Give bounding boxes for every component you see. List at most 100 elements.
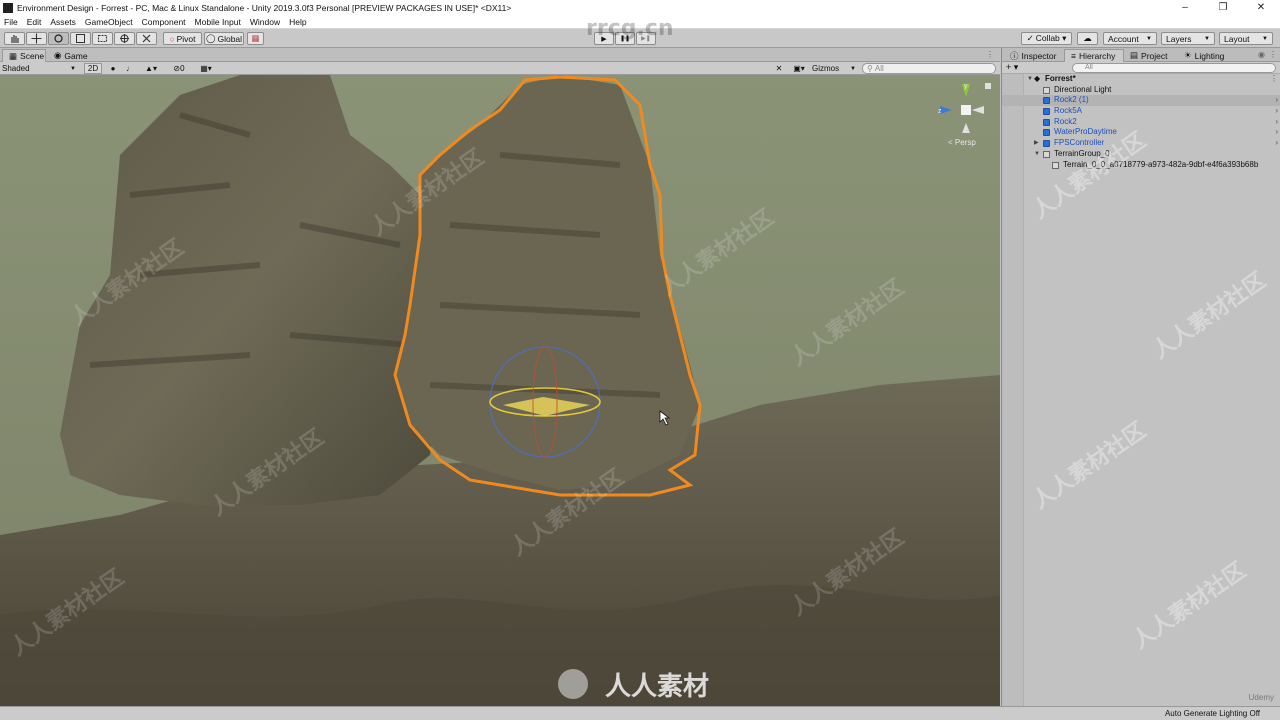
prefab-icon xyxy=(1043,108,1050,116)
watermark-logo-text: 人人素材 xyxy=(605,671,709,701)
watermark-text: 人人素材社区 xyxy=(1147,267,1271,364)
hierarchy-icon: ≡ xyxy=(1071,51,1076,61)
hierarchy-item-waterprodaytime[interactable]: WaterProDaytime › xyxy=(1002,127,1280,138)
hierarchy-item-rock2[interactable]: Rock2 › xyxy=(1002,117,1280,128)
tab-game[interactable]: ◉ Game xyxy=(48,49,92,62)
dropdown-arrow-icon: ▼ xyxy=(850,65,856,72)
camera-dropdown[interactable]: ▣▾ xyxy=(790,63,808,74)
rotate-tool-button[interactable] xyxy=(48,32,69,45)
status-text: Auto Generate Lighting Off xyxy=(1164,709,1260,718)
minimize-button[interactable]: – xyxy=(1166,0,1204,15)
hand-icon xyxy=(11,35,19,43)
watermark-text: 人人素材社区 xyxy=(1127,557,1251,654)
expand-arrow-icon[interactable]: ▶ xyxy=(1034,138,1039,149)
scale-tool-button[interactable] xyxy=(70,32,91,45)
game-tab-icon: ◉ xyxy=(54,50,62,60)
gizmo-y-label: y xyxy=(964,83,968,90)
menu-file[interactable]: File xyxy=(4,17,18,27)
chevron-right-icon[interactable]: › xyxy=(1275,95,1278,106)
global-toggle[interactable]: ◯ Global xyxy=(204,32,244,45)
scene-tabs: ▦ Scene ◉ Game ⋮ xyxy=(0,48,1000,62)
gameobject-icon xyxy=(1043,86,1050,94)
snap-icon: ▦ xyxy=(251,33,260,43)
hierarchy-item-rock2-1[interactable]: Rock2 (1) › xyxy=(1002,95,1280,107)
prefab-icon xyxy=(1043,97,1050,105)
tab-hierarchy[interactable]: ≡ Hierarchy xyxy=(1064,49,1124,62)
hierarchy-search-input[interactable]: All xyxy=(1072,63,1276,73)
right-panel: ⓘ Inspector ≡ Hierarchy ▤ Project ☀ Lighting… xyxy=(1001,48,1280,706)
collab-dropdown[interactable]: ✓ Collab ▾ xyxy=(1021,32,1072,45)
chevron-right-icon[interactable]: › xyxy=(1275,117,1278,128)
move-icon xyxy=(31,33,42,44)
dropdown-arrow-icon: ▼ xyxy=(70,65,76,72)
chevron-right-icon[interactable]: › xyxy=(1275,127,1278,138)
scene-search-input[interactable]: ⚲ All xyxy=(862,63,996,74)
chevron-right-icon[interactable]: › xyxy=(1275,106,1278,117)
gizmo-persp-label[interactable]: < Persp xyxy=(948,138,976,147)
close-button[interactable]: ✕ xyxy=(1242,0,1280,15)
menu-assets[interactable]: Assets xyxy=(50,17,76,27)
prefab-icon xyxy=(1043,140,1050,148)
scene-menu-icon[interactable]: ⋮ xyxy=(1270,74,1278,85)
gizmos-dropdown[interactable]: Gizmos ▼ xyxy=(812,63,856,74)
scene-audio-toggle[interactable]: ♩ xyxy=(123,63,137,74)
2d-toggle[interactable]: 2D xyxy=(84,63,102,74)
hierarchy-item-rock5a[interactable]: Rock5A › xyxy=(1002,106,1280,117)
rect-tool-button[interactable] xyxy=(92,32,113,45)
folder-icon: ▤ xyxy=(1130,50,1139,60)
lighting-icon: ☀ xyxy=(1184,50,1192,60)
hierarchy-item-terrain[interactable]: Terrain_0_0_a0718779-a973-482a-9dbf-e4f6… xyxy=(1002,160,1280,171)
hand-tool-button[interactable] xyxy=(4,32,25,45)
hierarchy-item-fpscontroller[interactable]: ▶ FPSController › xyxy=(1002,138,1280,149)
dropdown-arrow-icon: ▼ xyxy=(1262,35,1268,42)
menu-component[interactable]: Component xyxy=(142,17,186,27)
wrench-icon xyxy=(142,34,151,43)
tab-lighting[interactable]: ☀ Lighting xyxy=(1178,49,1232,62)
lock-icon[interactable]: ◉ xyxy=(1258,50,1265,59)
hierarchy-item-directional-light[interactable]: Directional Light xyxy=(1002,85,1280,96)
hierarchy-item-terraingroup[interactable]: ▼ TerrainGroup_0 xyxy=(1002,149,1280,160)
tab-inspector[interactable]: ⓘ Inspector xyxy=(1004,49,1062,62)
scene-viewport[interactable]: y z < Persp 人人素材 人人素材社区 人人素材社区 人人素材社区 人人… xyxy=(0,75,1000,706)
tab-project[interactable]: ▤ Project xyxy=(1124,49,1176,62)
panel-menu-icon[interactable]: ⋮ xyxy=(1269,50,1277,59)
shading-mode-dropdown[interactable]: Shaded ▼ xyxy=(2,63,78,74)
tools-button[interactable]: ✕ xyxy=(773,63,785,74)
cloud-icon: ☁ xyxy=(1083,33,1092,43)
scene-tab-menu-icon[interactable]: ⋮ xyxy=(986,50,994,59)
chevron-right-icon[interactable]: › xyxy=(1275,138,1278,149)
cloud-button[interactable]: ☁ xyxy=(1077,32,1098,45)
menu-mobile-input[interactable]: Mobile Input xyxy=(195,17,241,27)
grid-icon: ▦▾ xyxy=(200,64,212,73)
hierarchy-list: ▼ ◆ Forrest* ⋮ Directional Light Rock2 (… xyxy=(1002,74,1280,170)
gameobject-icon xyxy=(1052,161,1059,169)
tab-scene[interactable]: ▦ Scene xyxy=(2,49,46,62)
transform-tool-button[interactable] xyxy=(114,32,135,45)
move-tool-button[interactable] xyxy=(26,32,47,45)
maximize-button[interactable]: ❐ xyxy=(1204,0,1242,15)
status-bar: Auto Generate Lighting Off xyxy=(0,706,1280,720)
layout-dropdown[interactable]: Layout ▼ xyxy=(1219,32,1273,45)
grid-dropdown[interactable]: ▦▾ xyxy=(194,63,218,74)
hierarchy-item-forrest-scene[interactable]: ▼ ◆ Forrest* ⋮ xyxy=(1002,74,1280,85)
scene-lighting-toggle[interactable]: ● xyxy=(106,63,120,74)
pivot-toggle[interactable]: ○ Pivot xyxy=(163,32,202,45)
menu-window[interactable]: Window xyxy=(250,17,280,27)
menu-help[interactable]: Help xyxy=(289,17,306,27)
snap-settings-button[interactable]: ▦ xyxy=(247,32,264,45)
custom-tool-button[interactable] xyxy=(136,32,157,45)
hidden-objects-toggle[interactable]: ⊘ 0 xyxy=(168,63,190,74)
scene-effects-dropdown[interactable]: ▲▾ xyxy=(140,63,162,74)
rect-icon xyxy=(98,35,107,42)
menu-gameobject[interactable]: GameObject xyxy=(85,17,133,27)
menu-edit[interactable]: Edit xyxy=(27,17,42,27)
window-titlebar: Environment Design - Forrest - PC, Mac &… xyxy=(0,0,1280,15)
hierarchy-add-button[interactable]: + ▾ xyxy=(1006,62,1018,73)
expand-arrow-icon[interactable]: ▼ xyxy=(1034,149,1040,160)
transform-icon xyxy=(120,34,129,43)
scene-control-bar: Shaded ▼ 2D ● ♩ ▲▾ ⊘ 0 ▦▾ ✕ ▣▾ Gizmos ▼ ⚲ Al… xyxy=(0,62,1000,75)
layers-dropdown[interactable]: Layers ▼ xyxy=(1161,32,1215,45)
expand-arrow-icon[interactable]: ▼ xyxy=(1027,74,1033,85)
account-dropdown[interactable]: Account ▼ xyxy=(1103,32,1157,45)
gizmo-z-label: z xyxy=(938,108,942,115)
